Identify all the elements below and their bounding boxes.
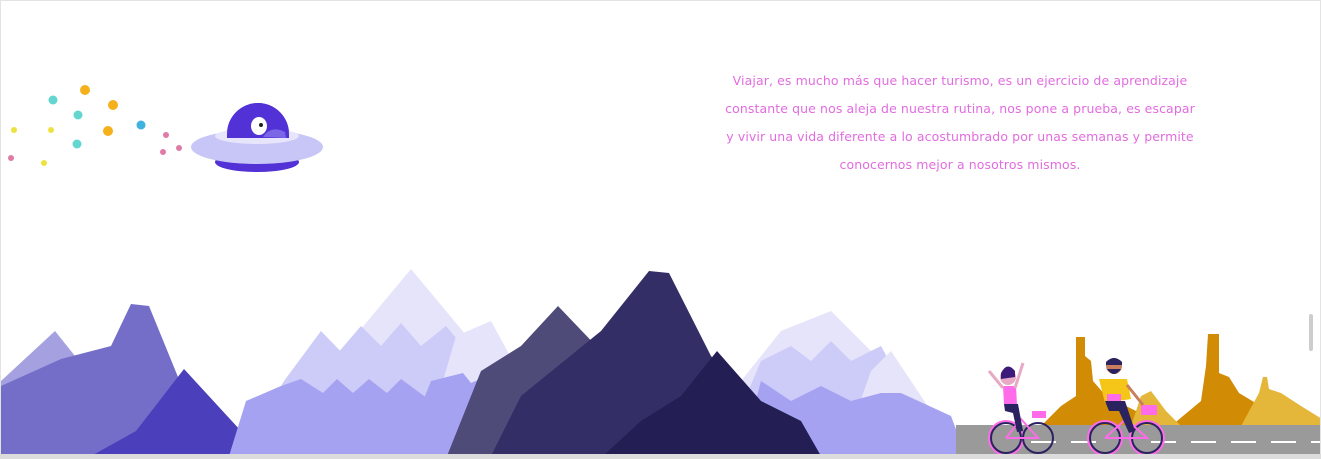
scrollbar-thumb[interactable] (1309, 314, 1313, 351)
confetti-dots (8, 85, 182, 166)
bottom-edge (0, 454, 1321, 459)
intro-paragraph: Viajar, es mucho más que hacer turismo, … (725, 73, 1195, 172)
ufo-icon (191, 103, 323, 172)
desert-rocks (1041, 334, 1320, 426)
page-frame: Viajar, es mucho más que hacer turismo, … (0, 0, 1321, 459)
